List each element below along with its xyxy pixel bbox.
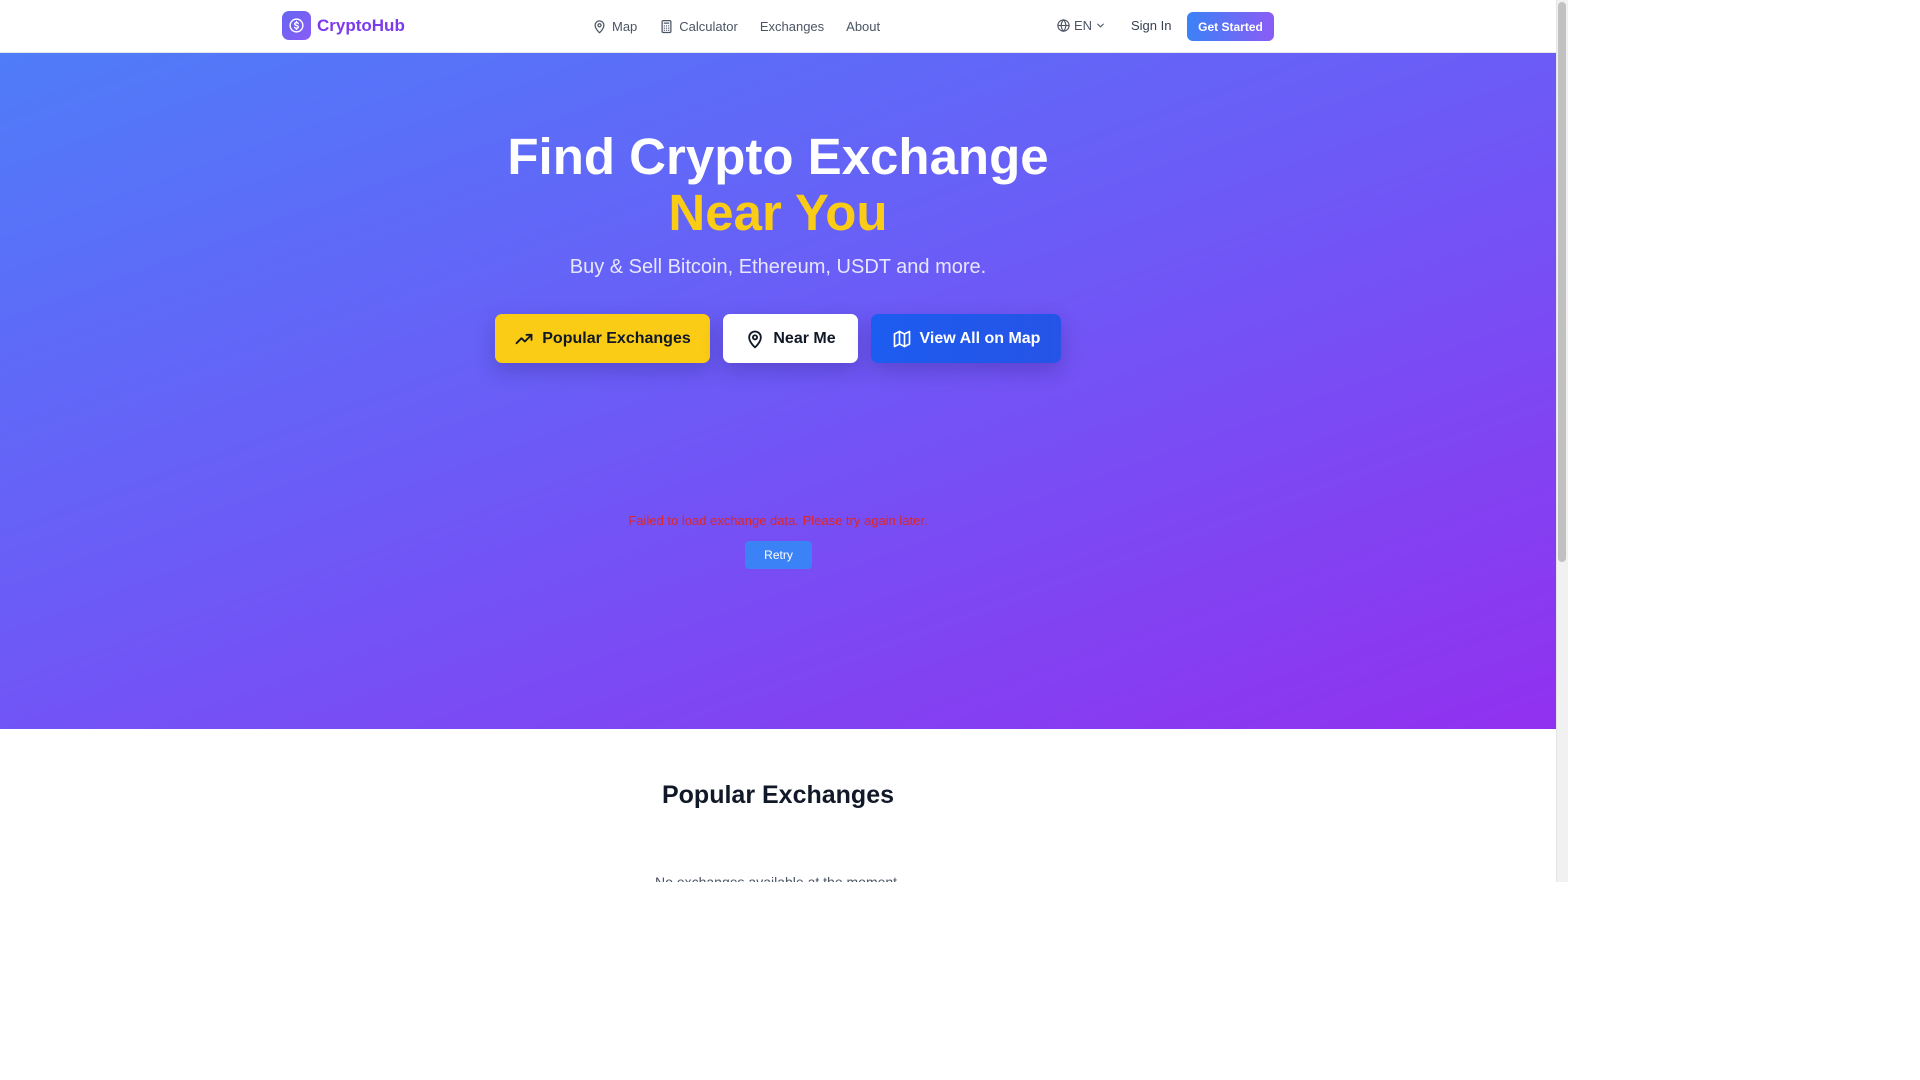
near-me-button[interactable]: Near Me [723, 314, 858, 363]
trending-up-icon [515, 333, 533, 344]
view-all-map-button[interactable]: View All on Map [871, 314, 1061, 363]
hero-section: Find Crypto Exchange Near You Buy & Sell… [0, 53, 1556, 729]
get-started-button[interactable]: Get Started [1187, 12, 1274, 41]
nav-item-about-label: About [846, 19, 881, 34]
calculator-icon [661, 19, 672, 34]
navbar: CryptoHub Map Calculator Exchanges About… [0, 0, 1556, 53]
popular-exchanges-heading: Popular Exchanges [661, 781, 895, 809]
popular-exchanges-label: Popular Exchanges [542, 329, 691, 347]
nav-item-calculator-label: Calculator [679, 19, 738, 34]
chevron-down-icon [1097, 23, 1104, 28]
view-all-map-label: View All on Map [919, 329, 1041, 347]
main-nav: Map Calculator Exchanges About [592, 0, 880, 53]
brand-name: CryptoHub [317, 15, 405, 35]
hero-title: Find Crypto Exchange [507, 128, 1049, 185]
brand-link[interactable]: CryptoHub [282, 11, 405, 40]
sign-in-link[interactable]: Sign In [1131, 18, 1171, 33]
map-pin-icon [748, 330, 763, 348]
hero-title-highlight: Near You [668, 184, 888, 241]
nav-item-map[interactable]: Map [592, 19, 637, 34]
popular-exchanges-button[interactable]: Popular Exchanges [495, 314, 710, 363]
hero-subtitle: Buy & Sell Bitcoin, Ethereum, USDT and m… [569, 256, 987, 278]
near-me-label: Near Me [773, 329, 836, 347]
scrollbar-thumb[interactable] [1558, 2, 1566, 562]
nav-item-exchanges-label: Exchanges [759, 19, 825, 34]
nav-item-exchanges[interactable]: Exchanges [760, 19, 824, 34]
globe-icon [1057, 19, 1070, 32]
language-selector[interactable]: EN [1056, 18, 1106, 33]
map-icon [893, 330, 910, 347]
retry-button[interactable]: Retry [745, 541, 812, 569]
error-message: Failed to load exchange data. Please try… [628, 513, 928, 528]
dollar-coin-icon [282, 11, 311, 40]
nav-item-about[interactable]: About [846, 19, 880, 34]
language-label: EN [1074, 18, 1093, 33]
map-pin-icon [594, 20, 605, 34]
nav-item-calculator[interactable]: Calculator [659, 19, 738, 34]
nav-item-map-label: Map [612, 19, 638, 34]
page: CryptoHub Map Calculator Exchanges About… [0, 0, 1556, 882]
empty-exchanges-message: No exchanges available at the moment. [655, 874, 901, 882]
